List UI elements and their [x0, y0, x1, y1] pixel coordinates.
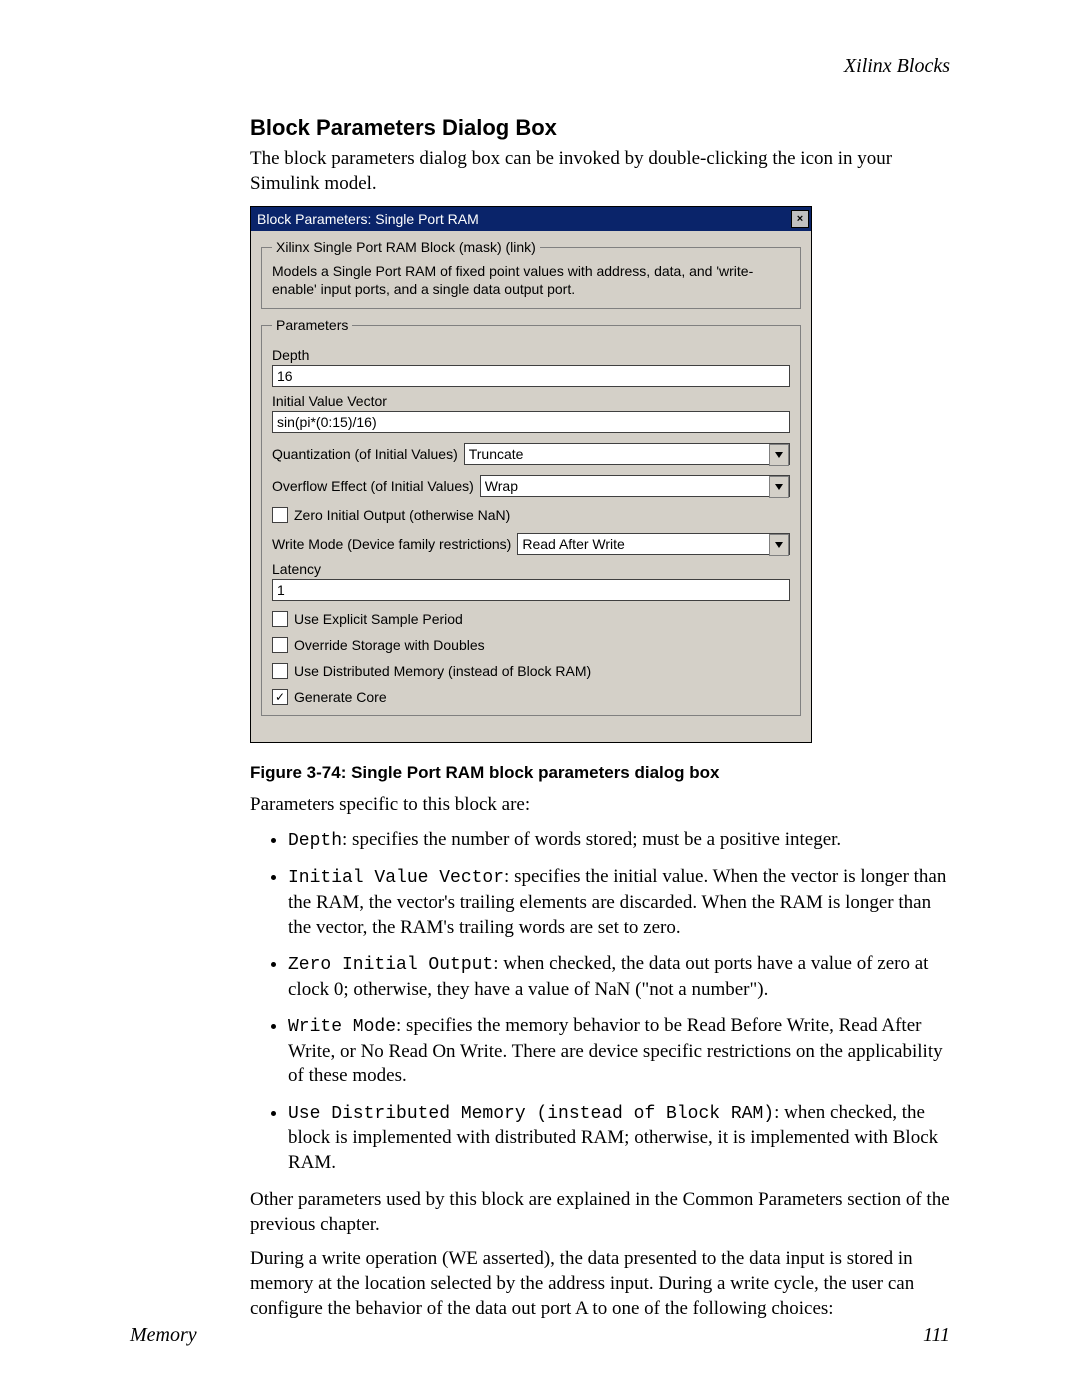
page: Xilinx Blocks Block Parameters Dialog Bo…: [0, 0, 1080, 1397]
mask-description-group: Xilinx Single Port RAM Block (mask) (lin…: [261, 239, 801, 309]
explicit-sample-period-checkbox[interactable]: [272, 611, 288, 627]
zero-initial-output-checkbox[interactable]: [272, 507, 288, 523]
list-item: Initial Value Vector: specifies the init…: [288, 865, 950, 940]
write-mode-label: Write Mode (Device family restrictions): [272, 536, 511, 552]
quantization-select[interactable]: [464, 443, 790, 465]
write-operation-paragraph: During a write operation (WE asserted), …: [250, 1247, 950, 1321]
chevron-down-icon[interactable]: [769, 534, 789, 556]
main-content: Block Parameters Dialog Box The block pa…: [250, 115, 950, 1321]
depth-input[interactable]: [272, 365, 790, 387]
depth-label: Depth: [272, 347, 790, 363]
term: Depth: [288, 831, 342, 851]
chevron-down-icon[interactable]: [769, 444, 789, 466]
latency-label: Latency: [272, 561, 790, 577]
overflow-select[interactable]: [480, 475, 790, 497]
explicit-sample-period-label: Use Explicit Sample Period: [294, 611, 463, 627]
list-item: Write Mode: specifies the memory behavio…: [288, 1014, 950, 1089]
override-storage-checkbox[interactable]: [272, 637, 288, 653]
footer-page-number: 111: [923, 1324, 950, 1347]
override-storage-label: Override Storage with Doubles: [294, 637, 485, 653]
term-text: : specifies the number of words stored; …: [342, 829, 841, 850]
running-header: Xilinx Blocks: [844, 55, 950, 78]
use-distributed-memory-checkbox[interactable]: [272, 663, 288, 679]
list-item: Use Distributed Memory (instead of Block…: [288, 1101, 950, 1176]
initial-value-vector-input[interactable]: [272, 411, 790, 433]
initial-value-vector-label: Initial Value Vector: [272, 393, 790, 409]
block-parameters-dialog: Block Parameters: Single Port RAM × Xili…: [250, 206, 812, 743]
parameters-group: Parameters Depth Initial Value Vector Qu…: [261, 317, 801, 716]
overflow-label: Overflow Effect (of Initial Values): [272, 478, 474, 494]
generate-core-label: Generate Core: [294, 689, 387, 705]
close-icon[interactable]: ×: [791, 210, 809, 228]
dialog-titlebar: Block Parameters: Single Port RAM ×: [251, 207, 811, 231]
quantization-label: Quantization (of Initial Values): [272, 446, 458, 462]
mask-legend: Xilinx Single Port RAM Block (mask) (lin…: [272, 239, 540, 255]
section-title: Block Parameters Dialog Box: [250, 115, 950, 141]
generate-core-checkbox[interactable]: [272, 689, 288, 705]
term: Write Mode: [288, 1017, 396, 1037]
dialog-body: Xilinx Single Port RAM Block (mask) (lin…: [251, 231, 811, 742]
params-lead: Parameters specific to this block are:: [250, 793, 950, 818]
page-footer: Memory 111: [130, 1324, 950, 1347]
term: Use Distributed Memory (instead of Block…: [288, 1104, 774, 1124]
footer-section: Memory: [130, 1324, 197, 1347]
term: Zero Initial Output: [288, 955, 493, 975]
list-item: Depth: specifies the number of words sto…: [288, 828, 950, 853]
write-mode-select[interactable]: [517, 533, 790, 555]
term: Initial Value Vector: [288, 868, 504, 888]
dialog-title: Block Parameters: Single Port RAM: [257, 211, 479, 227]
zero-initial-output-label: Zero Initial Output (otherwise NaN): [294, 507, 510, 523]
chevron-down-icon[interactable]: [769, 476, 789, 498]
list-item: Zero Initial Output: when checked, the d…: [288, 952, 950, 1002]
use-distributed-memory-label: Use Distributed Memory (instead of Block…: [294, 663, 591, 679]
mask-description: Models a Single Port RAM of fixed point …: [272, 263, 790, 298]
parameters-legend: Parameters: [272, 317, 352, 333]
other-params-paragraph: Other parameters used by this block are …: [250, 1188, 950, 1237]
section-intro: The block parameters dialog box can be i…: [250, 147, 950, 196]
latency-input[interactable]: [272, 579, 790, 601]
figure-caption: Figure 3-74: Single Port RAM block param…: [250, 763, 950, 783]
parameters-list: Depth: specifies the number of words sto…: [250, 828, 950, 1176]
